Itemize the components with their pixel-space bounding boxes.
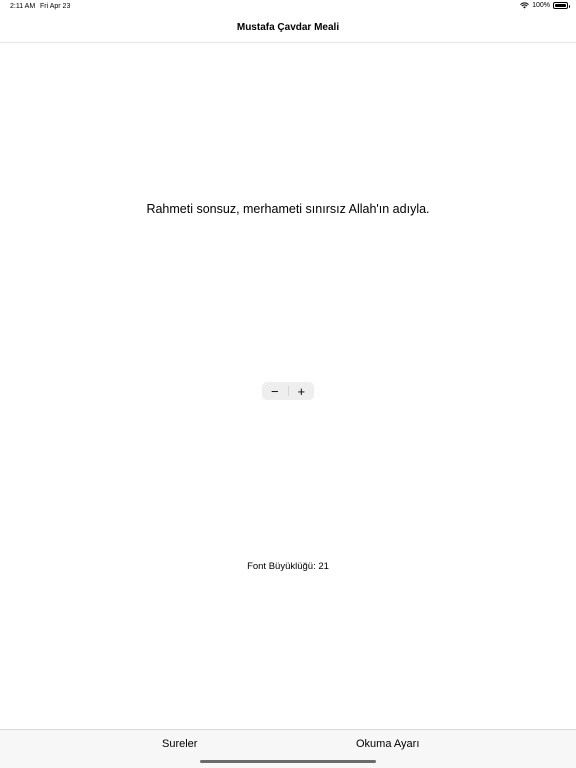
increment-button[interactable]: +: [289, 382, 315, 400]
verse-text: Rahmeti sonsuz, merhameti sınırsız Allah…: [146, 202, 430, 216]
battery-percentage: 100%: [532, 2, 550, 9]
battery-icon: [553, 2, 570, 9]
wifi-icon: [520, 2, 529, 9]
home-indicator: [200, 760, 376, 763]
battery-fill: [555, 4, 566, 7]
navigation-bar: Mustafa Çavdar Meali: [0, 14, 576, 43]
status-time: 2:11 AM: [10, 3, 36, 10]
decrement-button[interactable]: −: [262, 382, 288, 400]
tab-sureler[interactable]: Sureler: [162, 738, 197, 750]
status-indicators: 100%: [520, 2, 570, 9]
status-date: Fri Apr 23: [40, 3, 71, 10]
font-size-label: Font Büyüklüğü: 21: [247, 561, 329, 572]
font-size-stepper[interactable]: − +: [262, 382, 314, 400]
tab-okuma-ayari[interactable]: Okuma Ayarı: [356, 738, 419, 750]
tab-bar: Sureler Okuma Ayarı: [0, 729, 576, 768]
status-bar: 2:11 AM Fri Apr 23 100%: [0, 0, 576, 14]
page-title: Mustafa Çavdar Meali: [236, 22, 340, 33]
